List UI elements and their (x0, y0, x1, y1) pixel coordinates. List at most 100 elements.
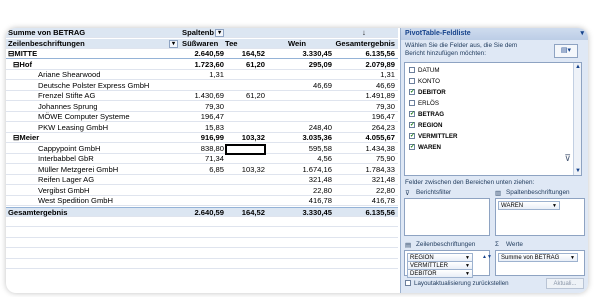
field-item[interactable]: ✓ WAREN (409, 143, 441, 152)
chip-dropdown-icon[interactable]: ▼ (570, 254, 575, 262)
row-label[interactable]: West Spedition GmbH (8, 196, 180, 206)
cell-value[interactable]: 103,32 (225, 133, 265, 143)
area-field-chip[interactable]: WAREN ▼ (498, 201, 560, 210)
cell-value[interactable]: 71,34 (182, 154, 224, 164)
field-checkbox[interactable]: ✓ (409, 133, 415, 140)
row-label[interactable]: Frenzel Stifte AG (8, 91, 180, 101)
row-label[interactable]: Deutsche Polster Express GmbH (8, 81, 180, 91)
cell-value[interactable]: 75,90 (333, 154, 395, 164)
area-field-chip[interactable]: Summe von BETRAG ▼ (498, 253, 578, 262)
empty-row[interactable] (6, 238, 398, 249)
row-label[interactable]: Cappypoint GmbH (8, 144, 180, 154)
chip-dropdown-icon[interactable]: ▼ (552, 202, 557, 210)
cell-value[interactable]: 164,52 (225, 49, 265, 59)
cell-value[interactable]: 416,78 (266, 196, 332, 206)
col-header-tee[interactable]: Tee (225, 39, 265, 49)
cell-value[interactable]: 838,80 (182, 144, 224, 154)
cell-value[interactable]: 79,30 (333, 102, 395, 112)
cell-value[interactable]: 595,58 (266, 144, 332, 154)
cell-value[interactable]: 6.135,56 (333, 208, 395, 218)
values-field-label[interactable]: Summe von BETRAG (8, 28, 180, 38)
cell-value[interactable]: 3.035,36 (266, 133, 332, 143)
area-scroll-icon[interactable]: ▲▼ (482, 252, 492, 274)
cell-value[interactable]: 416,78 (333, 196, 395, 206)
row-label[interactable]: ⊟Meier (8, 133, 180, 143)
field-item[interactable]: DATUM (409, 66, 440, 75)
field-checkbox[interactable]: ✓ (409, 122, 415, 129)
empty-row[interactable] (6, 259, 398, 270)
cell-value[interactable]: 61,20 (225, 91, 265, 101)
grand-total-label[interactable]: Gesamtergebnis (8, 208, 180, 218)
row-label[interactable]: Interbabbel GbR (8, 154, 180, 164)
cell-value[interactable]: 1,31 (333, 70, 395, 80)
cell-value[interactable]: 15,83 (182, 123, 224, 133)
cell-value[interactable]: 295,09 (266, 60, 332, 70)
row-labels-area[interactable]: REGION ▼ VERMITTLER ▼ DEBITOR ▼ ▲▼ (404, 250, 492, 278)
row-label[interactable]: ⊟MITTE (8, 49, 180, 59)
defer-update-checkbox[interactable] (405, 280, 411, 287)
cell-value[interactable]: 264,23 (333, 123, 395, 133)
field-list-scrollbar[interactable]: ▲ ▼ (573, 63, 581, 175)
cell-value[interactable]: 3.330,45 (266, 208, 332, 218)
row-filter-dropdown[interactable]: ▾ (169, 39, 178, 48)
cell-value[interactable]: 321,48 (333, 175, 395, 185)
field-checkbox[interactable]: ✓ (409, 144, 415, 151)
cell-value[interactable]: 2.640,59 (182, 208, 224, 218)
field-item[interactable]: ✓ BETRAG (409, 110, 444, 119)
column-filter-dropdown[interactable]: ▾ (215, 29, 224, 37)
row-labels-header[interactable]: Zeilenbeschriftungen ▾ (8, 39, 180, 49)
cell-value[interactable]: 1.434,38 (333, 144, 395, 154)
row-label[interactable]: PKW Leasing GmbH (8, 123, 180, 133)
row-label[interactable]: Vergibst GmbH (8, 186, 180, 196)
row-label[interactable]: Reifen Lager AG (8, 175, 180, 185)
field-item[interactable]: KONTO (409, 77, 440, 86)
empty-row[interactable] (6, 217, 398, 228)
layout-options-button[interactable]: ▤▾ (554, 44, 578, 58)
cell-value[interactable]: 22,80 (333, 186, 395, 196)
field-item[interactable]: ✓ DEBITOR (409, 88, 446, 97)
values-area[interactable]: Summe von BETRAG ▼ (495, 250, 585, 276)
empty-row[interactable] (6, 249, 398, 259)
row-label[interactable]: Johannes Sprung (8, 102, 180, 112)
cell-value[interactable]: 2.640,59 (182, 49, 224, 59)
empty-row[interactable] (6, 228, 398, 238)
field-checkbox[interactable]: ✓ (409, 111, 415, 118)
cell-value[interactable]: 1,31 (182, 70, 224, 80)
cell-value[interactable]: 61,20 (225, 60, 265, 70)
field-checkbox[interactable] (409, 100, 415, 107)
cell-value[interactable]: 248,40 (266, 123, 332, 133)
cell-value[interactable]: 916,99 (182, 133, 224, 143)
field-checkbox[interactable] (409, 67, 415, 74)
cell-value[interactable]: 103,32 (225, 165, 265, 175)
report-filter-area[interactable] (404, 198, 490, 236)
cell-value[interactable]: 1.491,89 (333, 91, 395, 101)
field-item[interactable]: ✓ VERMITTLER (409, 132, 458, 141)
field-checkbox[interactable]: ✓ (409, 89, 415, 96)
cell-value[interactable]: 321,48 (266, 175, 332, 185)
column-labels-area[interactable]: WAREN ▼ (495, 198, 585, 236)
column-labels-header[interactable]: Spaltenb ▾ (182, 28, 224, 38)
cell-value[interactable]: 3.330,45 (266, 49, 332, 59)
col-header-wein[interactable]: Wein (266, 39, 332, 49)
row-label[interactable]: ⊟Hof (8, 60, 180, 70)
col-header-gesamtergebnis[interactable]: Gesamtergebnis (333, 39, 395, 49)
cell-value[interactable]: 46,69 (333, 81, 395, 91)
scroll-down-icon[interactable]: ▼ (574, 167, 582, 175)
field-item[interactable]: ERLÖS (409, 99, 439, 108)
col-header-suesswaren[interactable]: Süßwaren (182, 39, 224, 49)
cell-value[interactable]: 79,30 (182, 102, 224, 112)
cell-value[interactable]: 6,85 (182, 165, 224, 175)
cell-value[interactable]: 22,80 (266, 186, 332, 196)
cell-value[interactable]: 196,47 (333, 112, 395, 122)
defer-update-option[interactable]: Layoutaktualisierung zurückstellen (405, 280, 509, 287)
pane-menu-button[interactable]: ▾ (580, 29, 584, 37)
cell-value[interactable]: 196,47 (182, 112, 224, 122)
cell-value[interactable]: 46,69 (266, 81, 332, 91)
cell-value[interactable]: 1.784,33 (333, 165, 395, 175)
row-label[interactable]: Müller Metzgerei GmbH (8, 165, 180, 175)
scroll-up-icon[interactable]: ▲ (574, 63, 582, 71)
cell-value[interactable]: 2.079,89 (333, 60, 395, 70)
field-item[interactable]: ✓ REGION (409, 121, 442, 130)
cell-value[interactable]: 1.430,69 (182, 91, 224, 101)
cell-value[interactable]: 1.723,60 (182, 60, 224, 70)
